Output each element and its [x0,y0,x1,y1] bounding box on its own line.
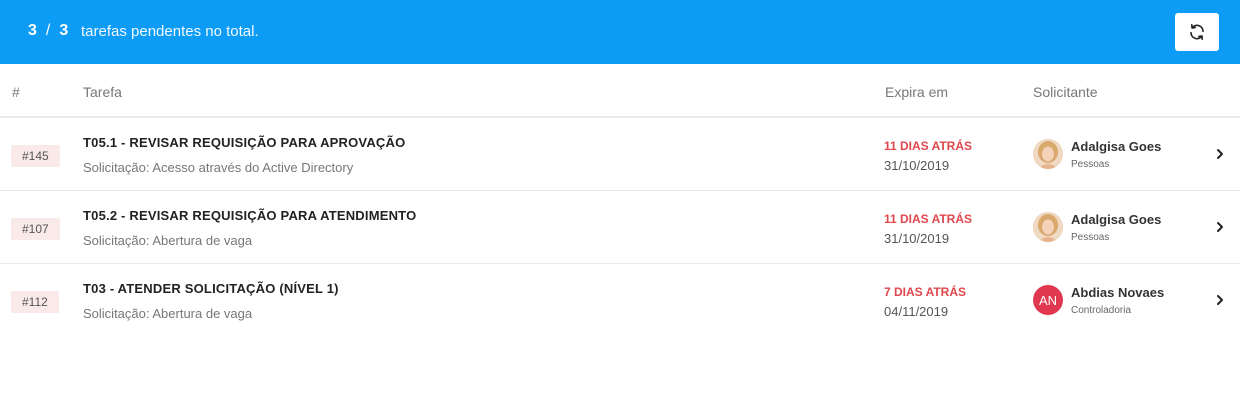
count-total: 3 [59,22,70,39]
table-row[interactable]: #145 T05.1 - REVISAR REQUISIÇÃO PARA APR… [0,118,1240,191]
task-subtitle: Solicitação: Acesso através do Active Di… [83,160,354,175]
task-subtitle: Solicitação: Abertura de vaga [83,233,253,248]
table-row[interactable]: #107 T05.2 - REVISAR REQUISIÇÃO PARA ATE… [0,191,1240,264]
column-header-requester: Solicitante [1033,84,1098,100]
refresh-button[interactable] [1175,13,1219,51]
avatar [1033,139,1063,169]
expires-date: 31/10/2019 [884,231,950,246]
expires-date: 31/10/2019 [884,158,950,173]
column-header-number: # [12,84,20,100]
expires-relative: 7 DIAS ATRÁS [884,285,967,299]
task-id-badge: #145 [11,145,60,167]
count-separator: / [45,22,52,39]
task-title: T03 - ATENDER SOLICITAÇÃO (NÍVEL 1) [83,281,339,296]
header-bar: 3 / 3 tarefas pendentes no total. [0,0,1240,64]
expires-date: 04/11/2019 [884,304,949,319]
requester-name: Adalgisa Goes [1071,212,1162,227]
avatar: AN [1033,285,1063,315]
task-title: T05.2 - REVISAR REQUISIÇÃO PARA ATENDIME… [83,208,417,223]
refresh-icon [1190,24,1204,40]
requester-department: Controladoria [1071,305,1132,316]
chevron-right-icon[interactable] [1214,293,1226,307]
avatar [1033,212,1063,242]
chevron-right-icon[interactable] [1214,220,1226,234]
task-subtitle: Solicitação: Abertura de vaga [83,306,253,321]
expires-relative: 11 DIAS ATRÁS [884,139,973,153]
expires-relative: 11 DIAS ATRÁS [884,212,973,226]
pending-count: 3 / 3 [28,22,69,40]
task-id-badge: #112 [11,291,59,313]
requester-department: Pessoas [1071,232,1110,243]
person-photo-icon [1033,212,1063,242]
task-title: T05.1 - REVISAR REQUISIÇÃO PARA APROVAÇÃ… [83,135,406,150]
count-label: tarefas pendentes no total. [81,23,259,40]
requester-name: Adalgisa Goes [1071,139,1162,154]
column-header-task: Tarefa [83,84,122,100]
task-table: # Tarefa Expira em Solicitante #145 T05.… [0,64,1240,337]
table-row[interactable]: #112 T03 - ATENDER SOLICITAÇÃO (NÍVEL 1)… [0,264,1240,337]
chevron-right-icon[interactable] [1214,147,1226,161]
column-header-expires: Expira em [885,84,949,100]
count-current: 3 [28,22,38,39]
task-id-badge: #107 [11,218,60,240]
table-header: # Tarefa Expira em Solicitante [0,64,1240,118]
requester-name: Abdias Novaes [1071,285,1165,300]
requester-department: Pessoas [1071,159,1110,170]
person-photo-icon [1033,139,1063,169]
